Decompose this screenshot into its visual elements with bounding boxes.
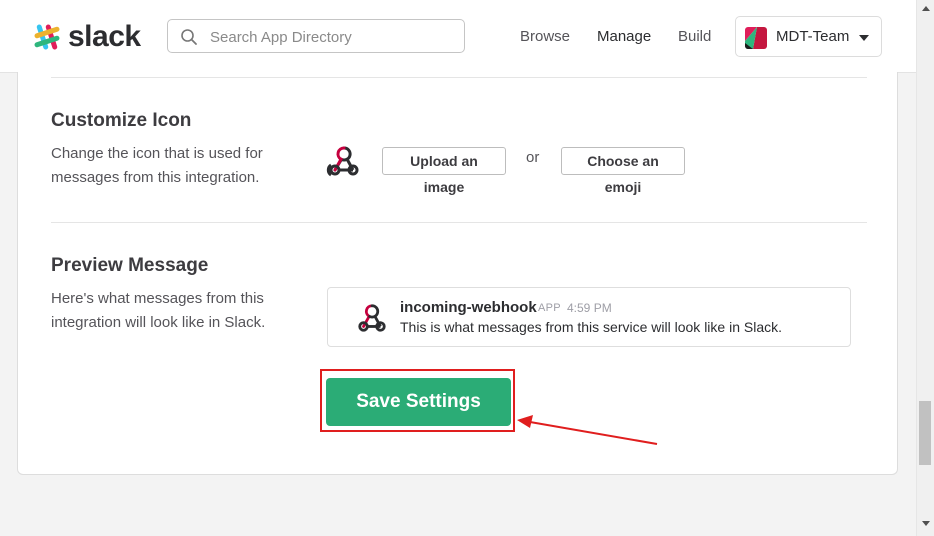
- preview-message-description: Here's what messages from this integrati…: [51, 290, 266, 331]
- search-input[interactable]: [208, 26, 452, 48]
- nav-build[interactable]: Build: [678, 28, 711, 45]
- preview-sender-name: incoming-webhook: [400, 299, 537, 316]
- preview-message-text: This is what messages from this service …: [400, 319, 783, 335]
- settings-card: Customize Icon Change the icon that is u…: [17, 72, 898, 475]
- scroll-down-arrow-icon[interactable]: [922, 521, 930, 526]
- slack-hash-icon: [34, 24, 60, 50]
- scrollbar-thumb[interactable]: [919, 401, 931, 465]
- or-label: or: [526, 149, 540, 166]
- top-nav-bar: slack Browse Manage Build MDT-Team: [0, 0, 916, 73]
- vertical-scrollbar[interactable]: [916, 0, 934, 536]
- team-avatar: [745, 27, 767, 49]
- customize-icon-description: Change the icon that is used for message…: [51, 145, 263, 186]
- slack-logo[interactable]: slack: [32, 20, 141, 54]
- customize-icon-title: Customize Icon: [51, 110, 192, 131]
- search-box[interactable]: [167, 19, 465, 53]
- team-switcher[interactable]: MDT-Team: [735, 16, 882, 57]
- logo-text: slack: [68, 20, 141, 53]
- choose-emoji-button[interactable]: Choose an emoji: [561, 147, 685, 195]
- nav-browse[interactable]: Browse: [520, 28, 570, 45]
- team-name: MDT-Team: [776, 28, 850, 45]
- save-settings-button[interactable]: Save Settings: [326, 378, 511, 426]
- preview-timestamp: 4:59 PM: [567, 301, 612, 315]
- caret-down-icon: [859, 35, 869, 41]
- nav-manage[interactable]: Manage: [597, 28, 651, 45]
- divider: [51, 222, 867, 223]
- preview-message-title: Preview Message: [51, 255, 209, 276]
- webhook-icon: [358, 304, 386, 332]
- divider: [51, 77, 867, 78]
- webhook-icon: [326, 146, 359, 177]
- upload-image-button[interactable]: Upload an image: [382, 147, 506, 195]
- app-badge: APP: [538, 302, 561, 314]
- scroll-up-arrow-icon[interactable]: [922, 6, 930, 11]
- preview-message-box: incoming-webhook APP 4:59 PM This is wha…: [327, 287, 851, 347]
- search-icon: [181, 29, 197, 45]
